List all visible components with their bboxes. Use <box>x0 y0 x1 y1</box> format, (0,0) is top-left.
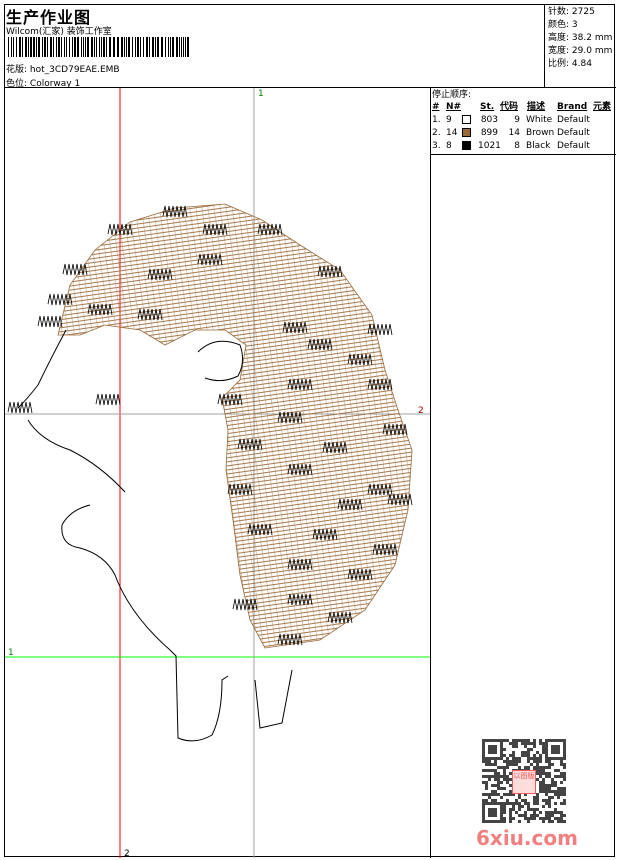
brown-fur <box>57 203 413 649</box>
guide-label-grey-h: 2 <box>418 406 424 416</box>
spike-stitch <box>95 393 121 406</box>
spike-stitch <box>7 401 33 414</box>
guide-label-grey-v: 1 <box>258 89 264 99</box>
design-canvas: 2 1 1 2 <box>5 88 430 859</box>
stamp-logo: 以图版 <box>512 770 536 794</box>
guide-label-green: 1 <box>8 648 14 658</box>
guide-label-red: 2 <box>124 849 130 859</box>
spike-stitch <box>37 315 63 328</box>
watermark-logo: 6xiu.com <box>476 826 578 850</box>
